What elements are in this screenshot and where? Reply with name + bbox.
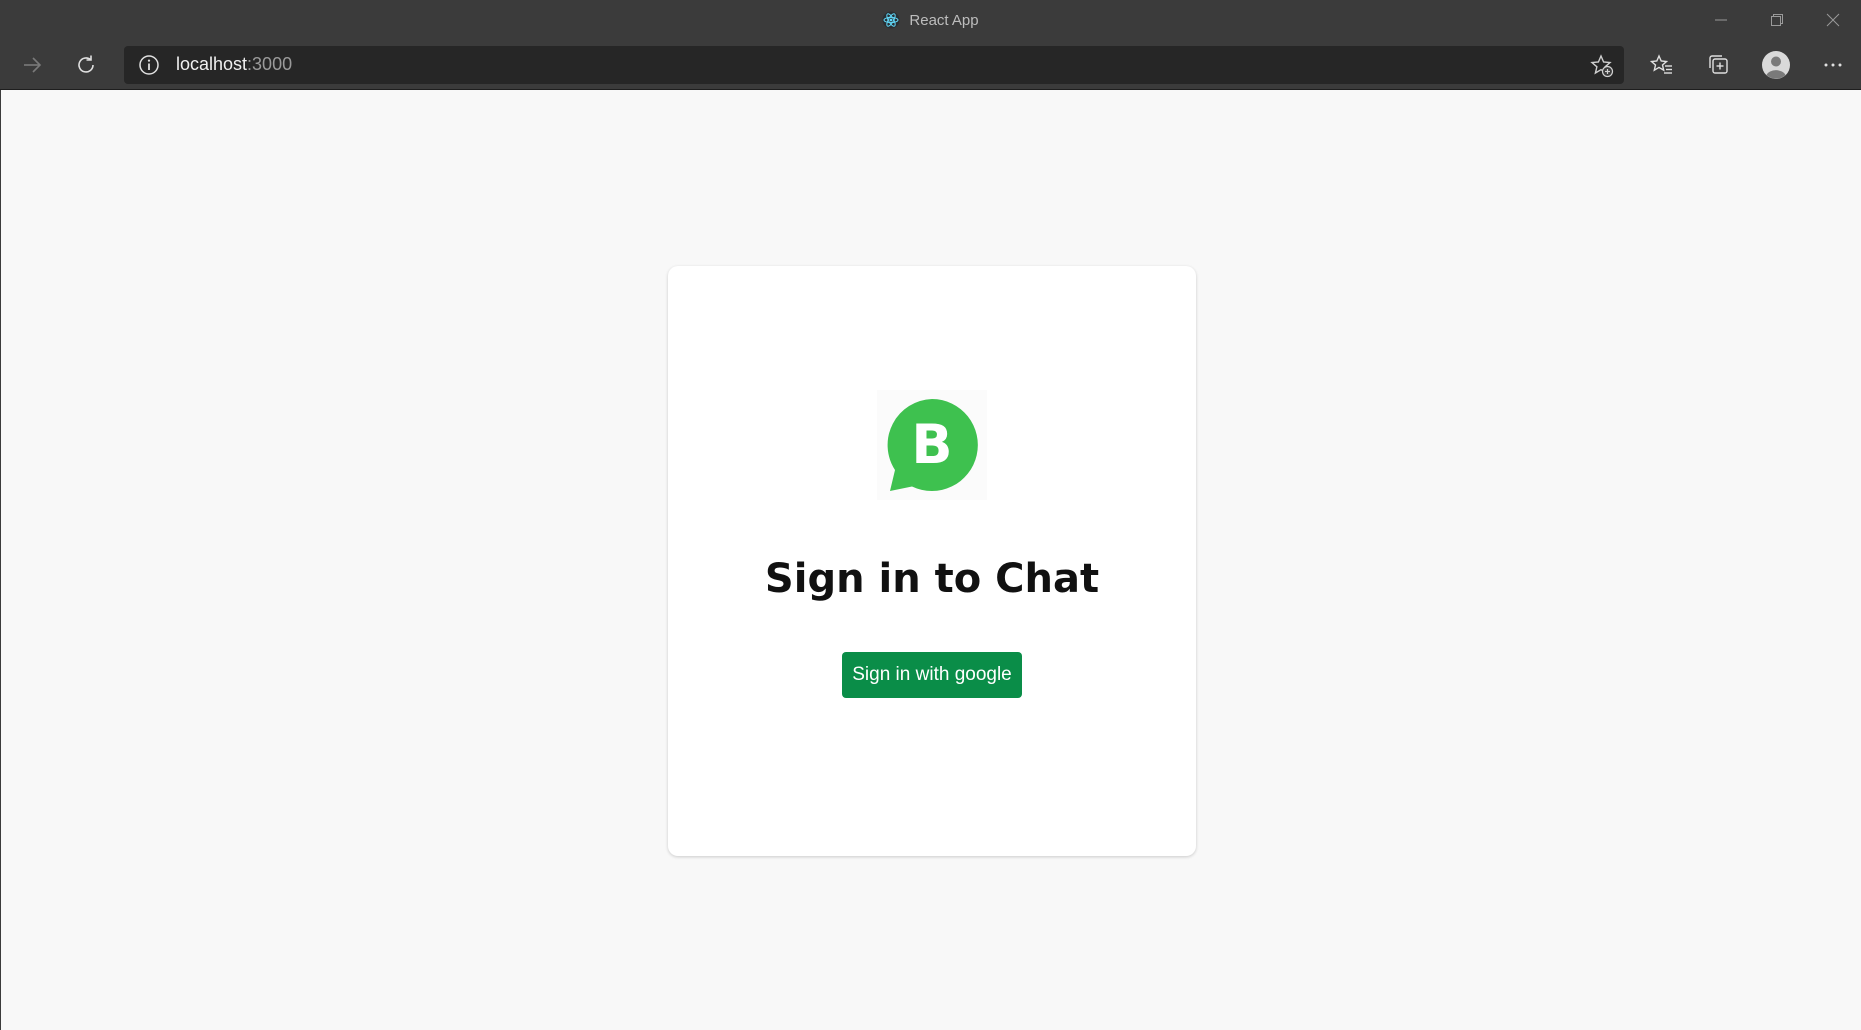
favorites-icon[interactable] (1633, 45, 1690, 85)
more-icon[interactable] (1804, 45, 1861, 85)
url-port: :3000 (247, 54, 293, 74)
page-title: Sign in to Chat (764, 556, 1100, 602)
react-favicon-icon (882, 11, 900, 29)
login-card: B Sign in to Chat Sign in with google (668, 266, 1196, 856)
sign-in-google-button[interactable]: Sign in with google (842, 652, 1022, 698)
close-icon[interactable] (1805, 0, 1861, 40)
browser-window: React App localhost:3000 B Sign in to C… (0, 0, 1861, 1030)
refresh-icon[interactable] (64, 45, 108, 85)
window-title-wrap: React App (882, 11, 979, 29)
title-bar: React App (0, 0, 1861, 40)
window-title: React App (909, 11, 979, 29)
url-host: localhost (176, 54, 248, 74)
chat-logo-icon: B (877, 390, 987, 500)
site-info-icon[interactable] (138, 54, 160, 76)
forward-icon[interactable] (10, 45, 54, 85)
page-content: B Sign in to Chat Sign in with google (0, 90, 1861, 1030)
browser-toolbar: localhost:3000 (0, 40, 1861, 89)
toolbar-actions (1633, 40, 1861, 89)
profile-icon[interactable] (1747, 45, 1804, 85)
restore-icon[interactable] (1749, 0, 1805, 40)
window-controls (1693, 0, 1861, 40)
logo-letter: B (911, 413, 952, 476)
minimize-icon[interactable] (1693, 0, 1749, 40)
collections-icon[interactable] (1690, 45, 1747, 85)
address-bar[interactable]: localhost:3000 (124, 45, 1624, 84)
add-favorite-icon[interactable] (1590, 53, 1614, 78)
